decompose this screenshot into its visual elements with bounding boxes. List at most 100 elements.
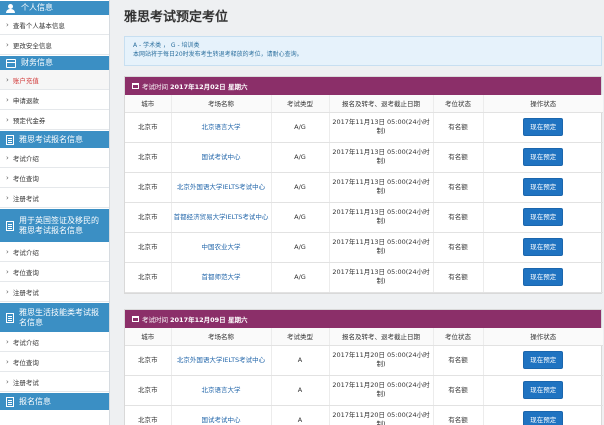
calendar-icon bbox=[132, 316, 139, 322]
column-header: 报名及转考、退考截止日期 bbox=[328, 95, 433, 113]
sidebar-nav-item[interactable]: › 考位查询 bbox=[0, 168, 109, 188]
deadline-cell: 2017年11月20日 05:00(24小时制) bbox=[328, 375, 433, 406]
column-header: 考试类型 bbox=[270, 95, 329, 113]
book-now-button[interactable]: 现在预定 bbox=[523, 117, 564, 137]
venue-link[interactable]: 北京语言大学 bbox=[170, 112, 271, 143]
seat-status-cell: 有名额 bbox=[432, 172, 483, 203]
venue-link[interactable]: 首都经济贸易大学IELTS考试中心 bbox=[170, 202, 271, 233]
exam-type-cell: A/G bbox=[270, 142, 329, 173]
sidebar-nav-item[interactable]: › 考位查询 bbox=[0, 352, 109, 372]
seat-status-cell: 有名额 bbox=[432, 375, 483, 406]
chevron-right-icon: › bbox=[6, 267, 9, 276]
document-icon bbox=[6, 312, 14, 323]
sidebar-nav-item[interactable]: › 注册考试 bbox=[0, 282, 109, 302]
sidebar-nav-label: 考位查询 bbox=[12, 174, 39, 183]
exam-type-cell: A bbox=[270, 405, 329, 425]
exam-type-cell: A/G bbox=[270, 112, 329, 143]
action-cell: 现在预定 bbox=[482, 202, 603, 233]
session-date: 2017年12月09日 星期六 bbox=[170, 316, 248, 324]
notice-line-2: 本网站将于每日20时发布考生转退考释放的考位，请耐心查询。 bbox=[133, 51, 303, 59]
action-cell: 现在预定 bbox=[482, 232, 603, 263]
book-now-button[interactable]: 现在预定 bbox=[523, 410, 564, 425]
table-row: 北京市 中国农业大学 A/G 2017年11月13日 05:00(24小时制) 有名额 现… bbox=[125, 232, 603, 263]
deadline-cell: 2017年11月20日 05:00(24小时制) bbox=[328, 405, 433, 425]
venue-link[interactable]: 北京外国语大学IELTS考试中心 bbox=[170, 345, 271, 376]
column-header: 操作状态 bbox=[482, 328, 603, 346]
book-now-button[interactable]: 现在预定 bbox=[523, 177, 564, 197]
sidebar-nav-item[interactable]: › 预定代金券 bbox=[0, 110, 109, 130]
sidebar-nav-item[interactable]: › 申请退款 bbox=[0, 90, 109, 110]
chevron-right-icon: › bbox=[6, 95, 9, 104]
book-now-button[interactable]: 现在预定 bbox=[523, 267, 564, 287]
venue-link[interactable]: 北京外国语大学IELTS考试中心 bbox=[170, 172, 271, 203]
sidebar-nav-item[interactable]: › 考试介绍 bbox=[0, 148, 109, 168]
city-cell: 北京市 bbox=[125, 232, 171, 263]
sidebar-nav-item[interactable]: › 注册考试 bbox=[0, 372, 109, 392]
sidebar-nav-label: 考位查询 bbox=[12, 358, 39, 367]
venue-link[interactable]: 北京语言大学 bbox=[170, 375, 271, 406]
sidebar-section-header[interactable]: 雅思考试报名信息 bbox=[0, 130, 109, 148]
sidebar-nav-label: 考位查询 bbox=[12, 268, 39, 277]
sidebar-nav-label: 注册考试 bbox=[12, 378, 39, 387]
book-now-button[interactable]: 现在预定 bbox=[523, 350, 564, 370]
sidebar-nav-item[interactable]: › 考试介绍 bbox=[0, 242, 109, 262]
seat-status-cell: 有名额 bbox=[432, 142, 483, 173]
sidebar-section-title: 雅思考试报名信息 bbox=[19, 134, 83, 144]
column-header: 考场名称 bbox=[170, 95, 271, 113]
table-row: 北京市 国试考试中心 A/G 2017年11月13日 05:00(24小时制) 有名额 现… bbox=[125, 142, 603, 173]
book-now-button[interactable]: 现在预定 bbox=[523, 207, 564, 227]
chevron-right-icon: › bbox=[6, 75, 9, 84]
action-cell: 现在预定 bbox=[482, 375, 603, 406]
deadline-cell: 2017年11月13日 05:00(24小时制) bbox=[328, 112, 433, 143]
table-header-row: 城市 考场名称 考试类型 报名及转考、退考截止日期 考位状态 操作状态 bbox=[125, 328, 603, 346]
chevron-right-icon: › bbox=[6, 153, 9, 162]
sidebar-section-header[interactable]: 雅思生活技能类考试报名信息 bbox=[0, 302, 109, 332]
table-row: 北京市 首都师范大学 A/G 2017年11月13日 05:00(24小时制) 有名额 现… bbox=[125, 262, 603, 293]
book-now-button[interactable]: 现在预定 bbox=[523, 237, 564, 257]
column-header: 报名及转考、退考截止日期 bbox=[328, 328, 433, 346]
sidebar-section-title: 用于英国签证及移民的雅思考试报名信息 bbox=[19, 215, 99, 235]
deadline-cell: 2017年11月13日 05:00(24小时制) bbox=[328, 142, 433, 173]
column-header: 考试类型 bbox=[270, 328, 329, 346]
sidebar-section-title: 财务信息 bbox=[21, 58, 53, 67]
sidebar-section-header[interactable]: 报名信息 bbox=[0, 392, 109, 410]
sidebar-section-header[interactable]: 用于英国签证及移民的雅思考试报名信息 bbox=[0, 208, 109, 242]
action-cell: 现在预定 bbox=[482, 142, 603, 173]
page-title: 雅思考试预定考位 bbox=[124, 10, 229, 25]
column-header: 城市 bbox=[125, 95, 171, 113]
chevron-right-icon: › bbox=[6, 193, 9, 202]
venue-link[interactable]: 首都师范大学 bbox=[170, 262, 271, 293]
seat-status-cell: 有名额 bbox=[432, 262, 483, 293]
action-cell: 现在预定 bbox=[482, 172, 603, 203]
deadline-cell: 2017年11月13日 05:00(24小时制) bbox=[328, 262, 433, 293]
card-icon bbox=[6, 58, 16, 68]
sidebar-nav-item[interactable]: › 考位查询 bbox=[0, 262, 109, 282]
venue-link[interactable]: 国试考试中心 bbox=[170, 142, 271, 173]
seat-status-cell: 有名额 bbox=[432, 232, 483, 263]
person-icon bbox=[6, 3, 16, 13]
sidebar-nav-item[interactable]: › 注册考试 bbox=[0, 188, 109, 208]
column-header: 操作状态 bbox=[482, 95, 603, 113]
exam-type-cell: A bbox=[270, 345, 329, 376]
session-label: 考试时间 bbox=[142, 83, 168, 91]
sidebar-nav-label: 考试介绍 bbox=[12, 154, 39, 163]
venue-link[interactable]: 中国农业大学 bbox=[170, 232, 271, 263]
city-cell: 北京市 bbox=[125, 202, 171, 233]
sidebar-nav-item[interactable]: › 查看个人基本信息 bbox=[0, 15, 109, 35]
sidebar-nav-item[interactable]: › 考试介绍 bbox=[0, 332, 109, 352]
sidebar-nav-item[interactable]: › 更改安全信息 bbox=[0, 35, 109, 55]
book-now-button[interactable]: 现在预定 bbox=[523, 380, 564, 400]
column-header: 考场名称 bbox=[170, 328, 271, 346]
table-row: 北京市 北京外国语大学IELTS考试中心 A/G 2017年11月13日 05:00(… bbox=[125, 172, 603, 203]
venue-link[interactable]: 国试考试中心 bbox=[170, 405, 271, 425]
seat-status-cell: 有名额 bbox=[432, 112, 483, 143]
sidebar-section-title: 雅思生活技能类考试报名信息 bbox=[19, 307, 99, 327]
city-cell: 北京市 bbox=[125, 112, 171, 143]
sidebar-section-title: 个人信息 bbox=[21, 3, 53, 12]
column-header: 考位状态 bbox=[432, 95, 483, 113]
sidebar-section-header[interactable]: 个人信息 bbox=[0, 0, 109, 15]
sidebar-section-header[interactable]: 财务信息 bbox=[0, 55, 109, 70]
sidebar-nav-item[interactable]: › 账户充值 bbox=[0, 70, 109, 90]
sidebar-nav-label: 考试介绍 bbox=[12, 338, 39, 347]
book-now-button[interactable]: 现在预定 bbox=[523, 147, 564, 167]
